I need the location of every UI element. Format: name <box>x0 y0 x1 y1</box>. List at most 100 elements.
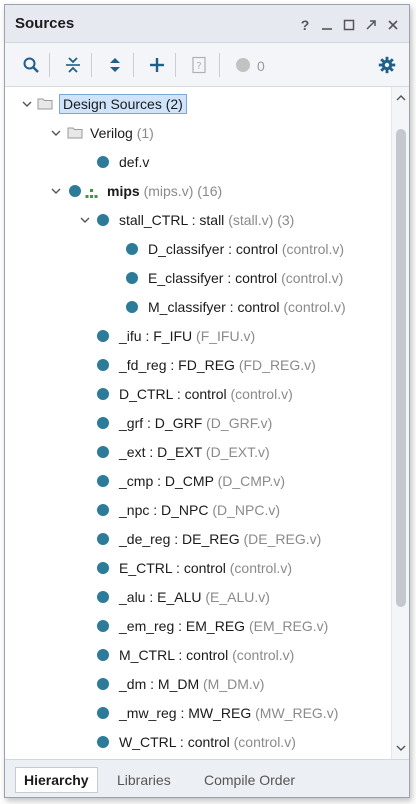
tree-node-label: mips (mips.v) (16) <box>107 183 223 199</box>
tree-node-label: _ext : D_EXT (D_EXT.v) <box>119 444 270 460</box>
tree-node-label: _dm : M_DM (M_DM.v) <box>119 676 265 692</box>
top-module-icon <box>85 186 98 202</box>
gear-icon[interactable] <box>375 53 399 77</box>
tree-node-module[interactable]: _fd_reg : FD_REG (FD_REG.v) <box>5 352 391 378</box>
tree-node-module[interactable]: D_CTRL : control (control.v) <box>5 381 391 407</box>
chevron-down-icon[interactable] <box>79 214 91 226</box>
tree-node-stall-ctrl[interactable]: stall_CTRL : stall (stall.v) (3) <box>5 207 391 233</box>
source-file-icon <box>97 533 109 545</box>
folder-icon <box>67 126 83 142</box>
source-file-icon <box>126 272 138 284</box>
folder-icon <box>37 97 53 113</box>
chevron-down-icon[interactable] <box>50 127 62 139</box>
tree-node-label: _npc : D_NPC (D_NPC.v) <box>119 502 281 518</box>
vertical-scrollbar[interactable] <box>391 87 409 759</box>
scrollbar-thumb[interactable] <box>396 129 406 607</box>
tree-node-label: _de_reg : DE_REG (DE_REG.v) <box>119 531 322 547</box>
tree-node-def[interactable]: def.v <box>5 149 391 175</box>
source-file-icon <box>97 214 109 226</box>
tree-node-m-classifyer[interactable]: M_classifyer : control (control.v) <box>5 294 391 320</box>
chevron-down-icon[interactable] <box>21 98 33 110</box>
tree-node-label: _fd_reg : FD_REG (FD_REG.v) <box>119 357 316 373</box>
tab-libraries[interactable]: Libraries <box>109 767 179 793</box>
scroll-up-icon[interactable] <box>394 91 408 105</box>
tree-node-label: Verilog (1) <box>90 125 154 141</box>
search-icon[interactable] <box>19 53 43 77</box>
source-file-icon <box>97 475 109 487</box>
tree-node-module[interactable]: W_CTRL : control (control.v) <box>5 729 391 755</box>
tree-node-label: D_CTRL : control (control.v) <box>119 386 293 402</box>
warning-count: 0 <box>257 58 265 74</box>
toolbar-separator <box>49 53 50 77</box>
collapse-all-icon[interactable] <box>61 53 85 77</box>
close-icon[interactable] <box>385 17 401 33</box>
tree-node-module[interactable]: _npc : D_NPC (D_NPC.v) <box>5 497 391 523</box>
tree-node-label: _grf : D_GRF (D_GRF.v) <box>119 415 273 431</box>
tree-node-label: M_CTRL : control (control.v) <box>119 647 295 663</box>
svg-text:?: ? <box>196 61 201 72</box>
tree-node-label: stall_CTRL : stall (stall.v) (3) <box>119 212 295 228</box>
toolbar-separator <box>91 53 92 77</box>
sources-tree: Design Sources (2) Verilog (1) def.v mip… <box>5 87 391 759</box>
tree-node-label: _cmp : D_CMP (D_CMP.v) <box>119 473 285 489</box>
source-file-icon <box>126 301 138 313</box>
source-properties-icon[interactable]: ? <box>187 53 211 77</box>
tree-node-label: _alu : E_ALU (E_ALU.v) <box>119 589 270 605</box>
tree-node-verilog[interactable]: Verilog (1) <box>5 120 391 146</box>
source-file-icon <box>97 156 109 168</box>
tab-hierarchy[interactable]: Hierarchy <box>15 767 98 793</box>
tree-node-mips[interactable]: mips (mips.v) (16) <box>5 178 391 204</box>
tree-node-label: W_CTRL : control (control.v) <box>119 734 296 750</box>
source-file-icon <box>97 504 109 516</box>
bottom-tab-bar: Hierarchy Libraries Compile Order <box>5 759 409 797</box>
title-bar: Sources ? <box>5 5 409 43</box>
warning-status-icon[interactable] <box>231 53 255 77</box>
source-file-icon <box>97 620 109 632</box>
tree-node-module[interactable]: M_CTRL : control (control.v) <box>5 642 391 668</box>
source-file-icon <box>126 243 138 255</box>
source-file-icon <box>97 446 109 458</box>
maximize-icon[interactable] <box>341 17 357 33</box>
tree-node-module[interactable]: _mw_reg : MW_REG (MW_REG.v) <box>5 700 391 726</box>
tree-node-design-sources[interactable]: Design Sources (2) <box>5 91 391 117</box>
float-icon[interactable] <box>363 17 379 33</box>
source-file-icon <box>97 678 109 690</box>
tree-node-module[interactable]: _ifu : F_IFU (F_IFU.v) <box>5 323 391 349</box>
tree-node-label: M_classifyer : control (control.v) <box>148 299 346 315</box>
scroll-down-icon[interactable] <box>394 741 408 755</box>
tree-node-module[interactable]: _alu : E_ALU (E_ALU.v) <box>5 584 391 610</box>
tree-node-module[interactable]: E_CTRL : control (control.v) <box>5 555 391 581</box>
tree-node-module[interactable]: _ext : D_EXT (D_EXT.v) <box>5 439 391 465</box>
tree-node-label: def.v <box>119 154 150 170</box>
source-file-icon <box>97 359 109 371</box>
minimize-icon[interactable] <box>319 17 335 33</box>
tree-node-module[interactable]: _grf : D_GRF (D_GRF.v) <box>5 410 391 436</box>
source-file-icon <box>97 417 109 429</box>
source-file-icon <box>97 707 109 719</box>
tree-node-label: _em_reg : EM_REG (EM_REG.v) <box>119 618 329 634</box>
tree-node-module[interactable]: _dm : M_DM (M_DM.v) <box>5 671 391 697</box>
tree-node-module[interactable]: _cmp : D_CMP (D_CMP.v) <box>5 468 391 494</box>
source-file-icon <box>97 388 109 400</box>
tab-compile-order[interactable]: Compile Order <box>196 767 303 793</box>
tree-node-label: E_CTRL : control (control.v) <box>119 560 292 576</box>
source-file-icon <box>97 330 109 342</box>
help-icon[interactable]: ? <box>297 17 313 33</box>
tree-node-label: Design Sources (2) <box>59 94 187 114</box>
source-file-icon <box>97 736 109 748</box>
source-file-icon <box>97 649 109 661</box>
tree-node-e-classifyer[interactable]: E_classifyer : control (control.v) <box>5 265 391 291</box>
add-sources-icon[interactable] <box>145 53 169 77</box>
tree-node-module[interactable]: _de_reg : DE_REG (DE_REG.v) <box>5 526 391 552</box>
tree-node-module[interactable]: _em_reg : EM_REG (EM_REG.v) <box>5 613 391 639</box>
tree-node-label: _mw_reg : MW_REG (MW_REG.v) <box>119 705 339 721</box>
tree-node-label: _ifu : F_IFU (F_IFU.v) <box>119 328 256 344</box>
sources-panel: Sources ? ? 0 Design Sources (2) Verilog… <box>4 4 410 798</box>
chevron-down-icon[interactable] <box>50 185 62 197</box>
expand-all-icon[interactable] <box>103 53 127 77</box>
source-file-icon <box>97 591 109 603</box>
tree-node-d-classifyer[interactable]: D_classifyer : control (control.v) <box>5 236 391 262</box>
tree-node-label: D_classifyer : control (control.v) <box>148 241 345 257</box>
toolbar: ? 0 <box>5 43 409 87</box>
source-file-icon <box>69 185 81 197</box>
